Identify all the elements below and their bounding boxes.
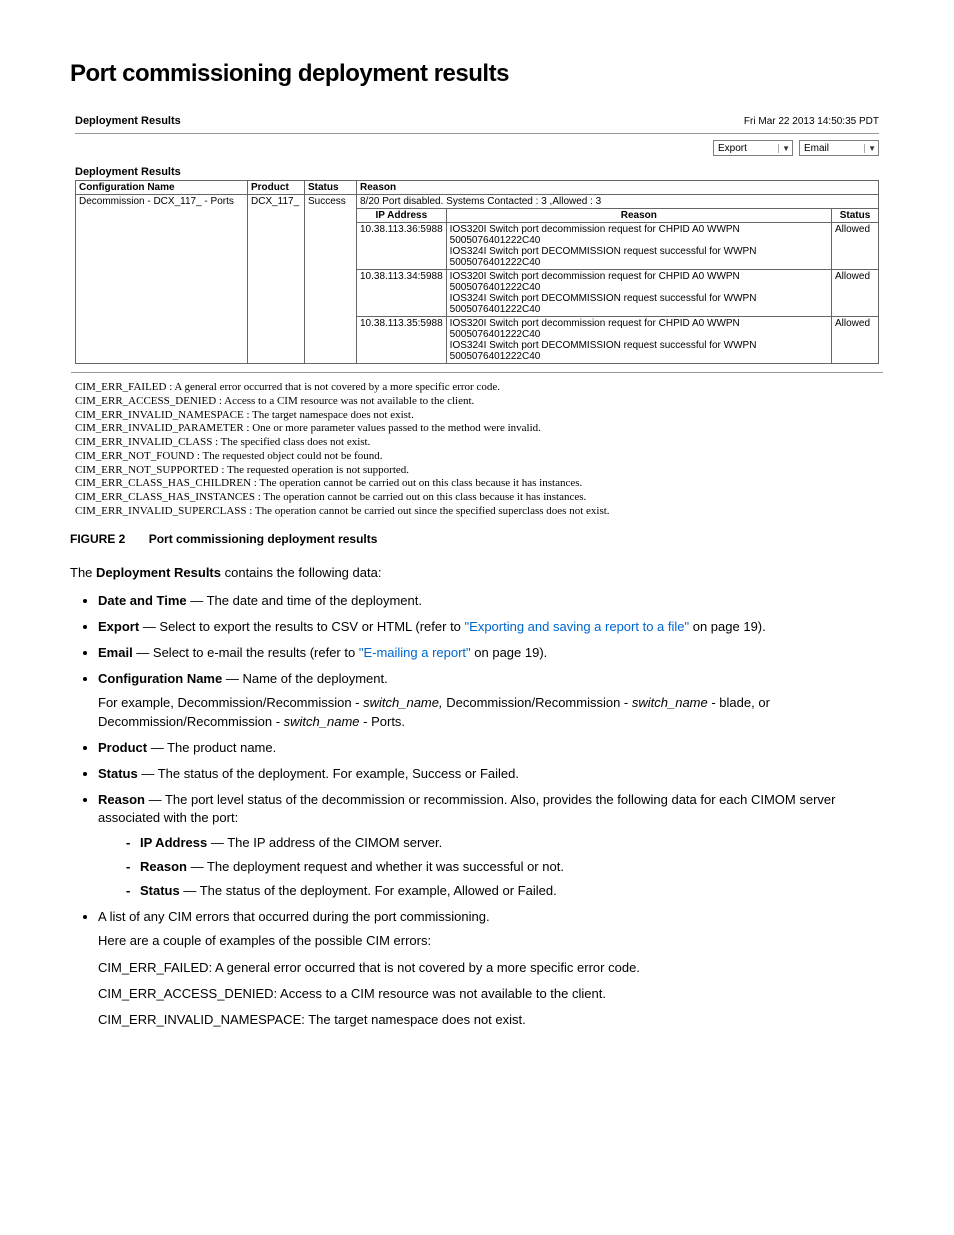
cell-reason: IOS320I Switch port decommission request…: [446, 317, 831, 364]
figure-caption: FIGURE 2 Port commissioning deployment r…: [70, 532, 884, 546]
list-item: Configuration Name — Name of the deploym…: [98, 670, 884, 731]
cim-examples-intro: Here are a couple of examples of the pos…: [98, 932, 884, 950]
cell-status: Success: [305, 195, 357, 364]
cim-example: CIM_ERR_FAILED: A general error occurred…: [98, 959, 884, 977]
list-item: Product — The product name.: [98, 739, 884, 757]
field-list: Date and Time — The date and time of the…: [70, 592, 884, 1029]
cell-substatus: Allowed: [832, 223, 879, 270]
cell-ip: 10.38.113.34:5988: [357, 270, 447, 317]
email-link[interactable]: "E-mailing a report": [359, 645, 471, 660]
cim-error-line: CIM_ERR_CLASS_HAS_CHILDREN : The operati…: [75, 477, 879, 491]
cell-ip: 10.38.113.36:5988: [357, 223, 447, 270]
export-dropdown[interactable]: Export ▼: [713, 140, 793, 156]
cim-error-line: CIM_ERR_INVALID_NAMESPACE : The target n…: [75, 409, 879, 423]
subcol-ip: IP Address: [357, 209, 447, 223]
chevron-down-icon: ▼: [864, 144, 876, 153]
list-item: Email — Select to e-mail the results (re…: [98, 644, 884, 662]
subcol-reason: Reason: [446, 209, 831, 223]
report-title: Deployment Results: [75, 115, 181, 127]
cell-reason: IOS320I Switch port decommission request…: [446, 223, 831, 270]
table-row: Decommission - DCX_117_ - Ports DCX_117_…: [76, 195, 879, 209]
cell-reason: IOS320I Switch port decommission request…: [446, 270, 831, 317]
figure-label: FIGURE 2: [70, 532, 125, 546]
cim-error-line: CIM_ERR_FAILED : A general error occurre…: [75, 381, 879, 395]
cim-example: CIM_ERR_ACCESS_DENIED: Access to a CIM r…: [98, 985, 884, 1003]
col-product: Product: [248, 181, 305, 195]
deployment-results-table: Configuration Name Product Status Reason…: [75, 180, 879, 364]
col-reason: Reason: [357, 181, 879, 195]
col-config-name: Configuration Name: [76, 181, 248, 195]
list-item: Export — Select to export the results to…: [98, 618, 884, 636]
cim-error-line: CIM_ERR_ACCESS_DENIED : Access to a CIM …: [75, 395, 879, 409]
email-dropdown-label: Email: [804, 143, 864, 154]
cim-error-line: CIM_ERR_CLASS_HAS_INSTANCES : The operat…: [75, 491, 879, 505]
cim-error-line: CIM_ERR_NOT_FOUND : The requested object…: [75, 450, 879, 464]
cell-substatus: Allowed: [832, 270, 879, 317]
list-item: Date and Time — The date and time of the…: [98, 592, 884, 610]
figure-text: Port commissioning deployment results: [149, 532, 378, 546]
page-title: Port commissioning deployment results: [70, 60, 884, 88]
list-item: Status — The status of the deployment. F…: [98, 765, 884, 783]
list-item: IP Address — The IP address of the CIMOM…: [126, 834, 884, 852]
col-status: Status: [305, 181, 357, 195]
export-dropdown-label: Export: [718, 143, 778, 154]
cim-example: CIM_ERR_INVALID_NAMESPACE: The target na…: [98, 1011, 884, 1029]
chevron-down-icon: ▼: [778, 144, 790, 153]
list-item: A list of any CIM errors that occurred d…: [98, 908, 884, 1029]
cim-error-list: CIM_ERR_FAILED : A general error occurre…: [71, 372, 883, 523]
export-link[interactable]: "Exporting and saving a report to a file…: [465, 619, 690, 634]
list-item: Reason — The port level status of the de…: [98, 791, 884, 900]
report-timestamp: Fri Mar 22 2013 14:50:35 PDT: [744, 116, 879, 127]
list-item: Reason — The deployment request and whet…: [126, 858, 884, 876]
deployment-results-screenshot: Deployment Results Fri Mar 22 2013 14:50…: [70, 112, 884, 524]
cim-error-line: CIM_ERR_INVALID_SUPERCLASS : The operati…: [75, 505, 879, 519]
cell-reason-summary: 8/20 Port disabled. Systems Contacted : …: [357, 195, 879, 209]
cim-error-line: CIM_ERR_INVALID_CLASS : The specified cl…: [75, 436, 879, 450]
cim-error-line: CIM_ERR_INVALID_PARAMETER : One or more …: [75, 422, 879, 436]
report-subtitle: Deployment Results: [71, 166, 883, 180]
cell-config-name: Decommission - DCX_117_ - Ports: [76, 195, 248, 364]
subcol-status: Status: [832, 209, 879, 223]
email-dropdown[interactable]: Email ▼: [799, 140, 879, 156]
cell-substatus: Allowed: [832, 317, 879, 364]
cell-ip: 10.38.113.35:5988: [357, 317, 447, 364]
cim-error-line: CIM_ERR_NOT_SUPPORTED : The requested op…: [75, 464, 879, 478]
cell-product: DCX_117_: [248, 195, 305, 364]
list-item: Status — The status of the deployment. F…: [126, 882, 884, 900]
intro-text: The Deployment Results contains the foll…: [70, 564, 884, 582]
